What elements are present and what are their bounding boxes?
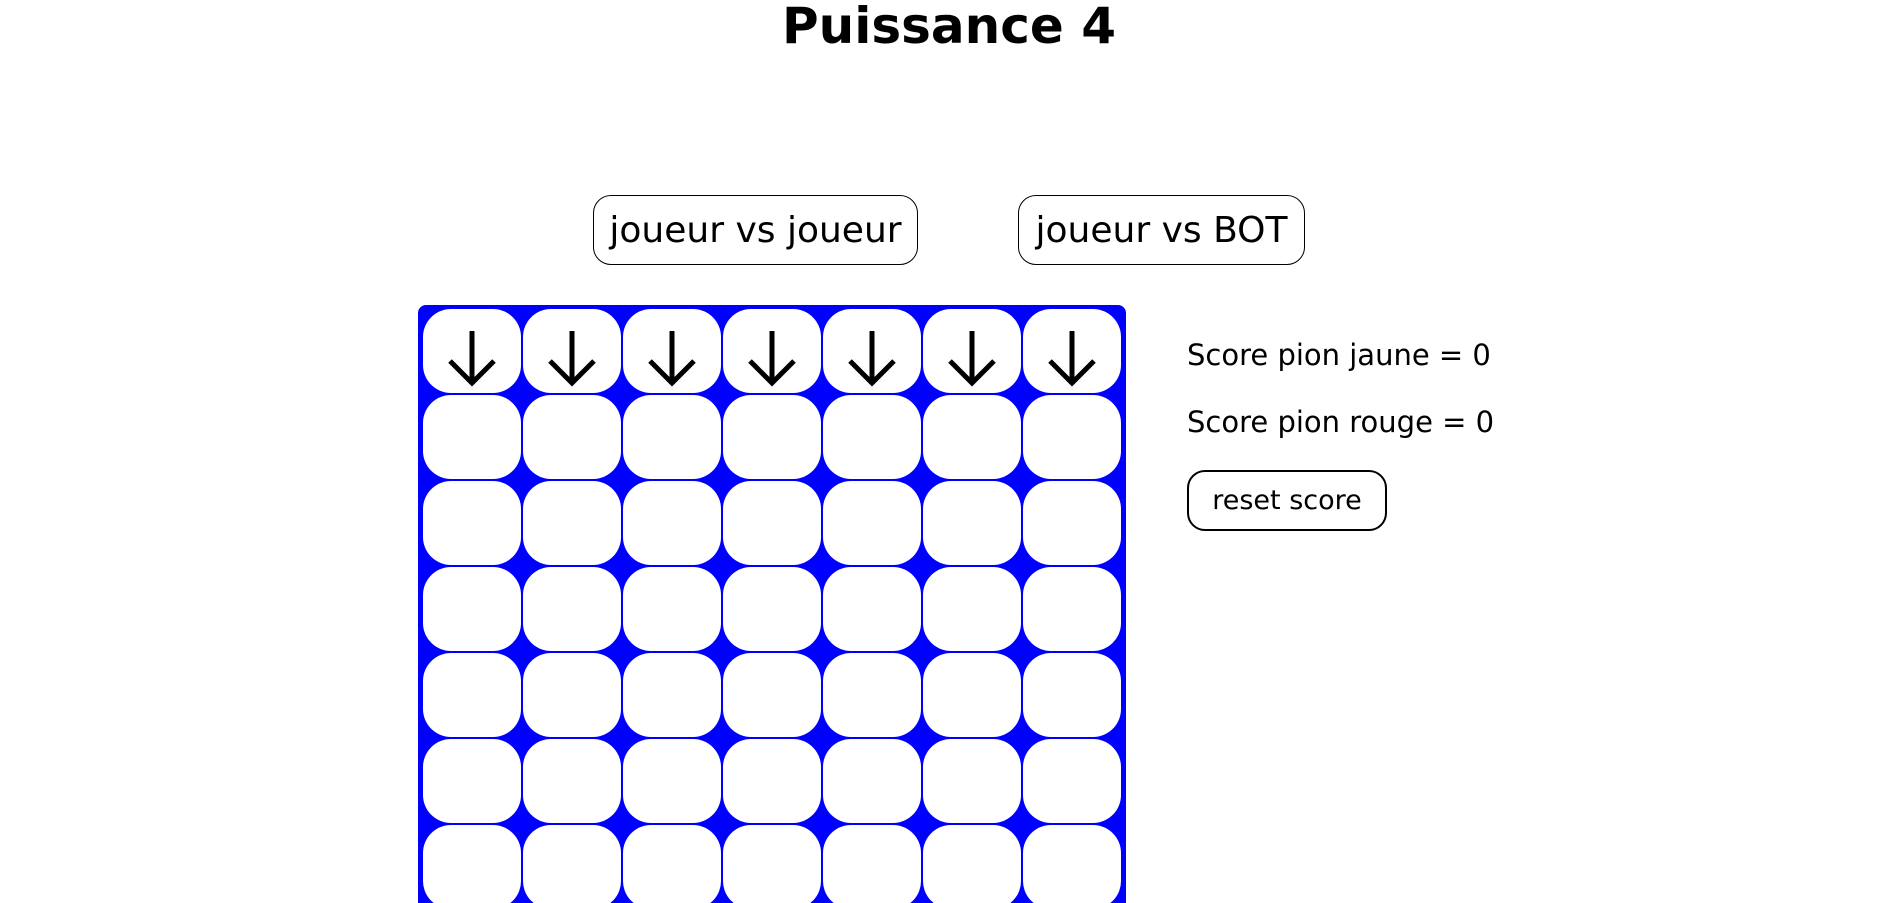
board-cell xyxy=(423,825,521,903)
board-cell xyxy=(823,825,921,903)
board-cell xyxy=(723,395,821,479)
board-cell xyxy=(623,739,721,823)
board-cell xyxy=(723,481,821,565)
reset-score-button[interactable]: reset score xyxy=(1187,470,1387,531)
player-vs-bot-button[interactable]: joueur vs BOT xyxy=(1018,195,1305,265)
board-cell xyxy=(823,739,921,823)
drop-column-5-button[interactable] xyxy=(823,309,921,393)
red-score: Score pion rouge = 0 xyxy=(1187,405,1495,439)
board-row xyxy=(422,825,1122,903)
board-cell xyxy=(723,739,821,823)
drop-column-7-button[interactable] xyxy=(1023,309,1121,393)
board-cell xyxy=(1023,825,1121,903)
board-row xyxy=(422,653,1122,739)
board-cell xyxy=(423,395,521,479)
arrow-down-icon xyxy=(848,331,896,387)
board-cell xyxy=(723,653,821,737)
board-cell xyxy=(1023,481,1121,565)
board-cell xyxy=(923,653,1021,737)
board-cell xyxy=(923,825,1021,903)
board-cell xyxy=(623,395,721,479)
board-row xyxy=(422,567,1122,653)
board-cell xyxy=(523,825,621,903)
board-cell xyxy=(823,395,921,479)
drop-column-3-button[interactable] xyxy=(623,309,721,393)
game-board xyxy=(418,305,1126,903)
board-cell xyxy=(923,395,1021,479)
board-cell xyxy=(523,653,621,737)
board-cell xyxy=(423,739,521,823)
board-row xyxy=(422,739,1122,825)
board-row xyxy=(422,395,1122,481)
board-cell xyxy=(1023,653,1121,737)
board-cell xyxy=(623,653,721,737)
arrow-down-icon xyxy=(1048,331,1096,387)
board-cell xyxy=(823,481,921,565)
board-cell xyxy=(523,395,621,479)
page-title: Puissance 4 xyxy=(782,0,1116,55)
player-vs-player-button[interactable]: joueur vs joueur xyxy=(593,195,918,265)
board-cell xyxy=(423,567,521,651)
board-cell xyxy=(1023,739,1121,823)
board-cell xyxy=(1023,567,1121,651)
board-cell xyxy=(623,481,721,565)
board-cell xyxy=(723,567,821,651)
drop-column-4-button[interactable] xyxy=(723,309,821,393)
board-cell xyxy=(823,567,921,651)
board-cell xyxy=(923,567,1021,651)
arrow-down-icon xyxy=(448,331,496,387)
board-cell xyxy=(823,653,921,737)
board-cell xyxy=(623,825,721,903)
board-cell xyxy=(423,481,521,565)
drop-column-2-button[interactable] xyxy=(523,309,621,393)
board-cell xyxy=(423,653,521,737)
drop-arrow-row xyxy=(422,309,1122,395)
board-cell xyxy=(523,739,621,823)
arrow-down-icon xyxy=(948,331,996,387)
board-row xyxy=(422,481,1122,567)
board-cell xyxy=(523,567,621,651)
arrow-down-icon xyxy=(748,331,796,387)
board-cell xyxy=(923,739,1021,823)
arrow-down-icon xyxy=(648,331,696,387)
yellow-score: Score pion jaune = 0 xyxy=(1187,338,1491,372)
board-cell xyxy=(1023,395,1121,479)
board-cell xyxy=(923,481,1021,565)
board-cell xyxy=(723,825,821,903)
arrow-down-icon xyxy=(548,331,596,387)
game-page: Puissance 4 joueur vs joueur joueur vs B… xyxy=(0,0,1898,903)
drop-column-6-button[interactable] xyxy=(923,309,1021,393)
drop-column-1-button[interactable] xyxy=(423,309,521,393)
board-cell xyxy=(623,567,721,651)
board-cell xyxy=(523,481,621,565)
